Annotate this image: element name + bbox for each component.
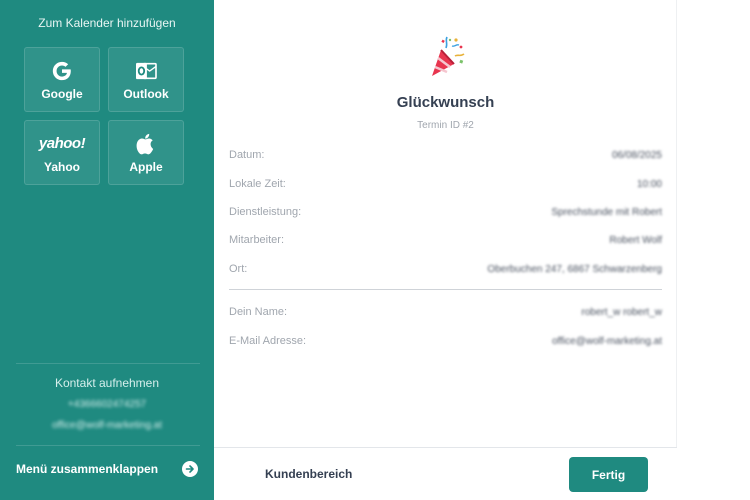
google-calendar-button[interactable]: Google [24, 47, 100, 112]
detail-row-date: Datum: 06/08/2025 [229, 147, 662, 163]
detail-row-location: Ort: Oberbuchen 247, 6867 Schwarzenberg [229, 261, 662, 277]
google-label: Google [41, 86, 83, 101]
yahoo-logo-text: yahoo! [38, 135, 86, 152]
apple-label: Apple [129, 159, 163, 174]
detail-row-name: Dein Name: robert_w robert_w [229, 304, 662, 320]
detail-value: office@wolf-marketing.at [551, 335, 662, 347]
detail-label: Lokale Zeit: [229, 178, 286, 190]
detail-label: Ort: [229, 263, 248, 275]
apple-calendar-button[interactable]: Apple [108, 120, 184, 185]
details-divider [229, 289, 662, 290]
detail-label: Dienstleistung: [229, 206, 302, 218]
detail-label: Datum: [229, 149, 265, 161]
done-button[interactable]: Fertig [569, 457, 648, 492]
detail-value: 06/08/2025 [611, 149, 662, 161]
customer-area-button[interactable]: Kundenbereich [265, 467, 352, 481]
yahoo-icon: yahoo! [38, 132, 86, 156]
detail-value: 10:00 [636, 178, 662, 190]
sidebar-divider [16, 445, 200, 446]
confirmation-panel: Glückwunsch Termin ID #2 Datum: 06/08/20… [214, 0, 677, 500]
confirmation-title: Glückwunsch [396, 94, 495, 111]
appointment-id: Termin ID #2 [417, 120, 474, 131]
calendar-title: Zum Kalender hinzufügen [38, 16, 176, 30]
yahoo-calendar-button[interactable]: yahoo! Yahoo [24, 120, 100, 185]
booking-confirmation: Zum Kalender hinzufügen Google Outlook y… [0, 0, 677, 500]
detail-row-time: Lokale Zeit: 10:00 [229, 176, 662, 192]
collapse-menu-label: Menü zusammenklappen [16, 462, 159, 476]
footer-bar: Kundenbereich Fertig [214, 447, 677, 500]
contact-title: Kontakt aufnehmen [54, 376, 160, 390]
detail-value: Sprechstunde mit Robert [551, 206, 662, 218]
calendar-button-grid: Google Outlook yahoo! Yahoo Apple [24, 47, 184, 185]
detail-label: Mitarbeiter: [229, 234, 285, 246]
detail-value: Oberbuchen 247, 6867 Schwarzenberg [487, 263, 662, 275]
outlook-calendar-button[interactable]: Outlook [108, 47, 184, 112]
outlook-icon [135, 59, 157, 83]
detail-value: robert_w robert_w [581, 306, 662, 318]
contact-phone[interactable]: +4366602474257 [0, 399, 214, 410]
detail-label: E-Mail Adresse: [229, 335, 307, 347]
yahoo-label: Yahoo [43, 159, 80, 174]
detail-row-service: Dienstleistung: Sprechstunde mit Robert [229, 204, 662, 220]
detail-row-employee: Mitarbeiter: Robert Wolf [229, 232, 662, 248]
party-popper-icon [214, 36, 677, 80]
contact-email[interactable]: office@wolf-marketing.at [0, 420, 214, 431]
google-icon [51, 59, 73, 83]
apple-icon [136, 132, 156, 156]
arrow-right-icon [182, 461, 198, 477]
collapse-menu-button[interactable]: Menü zusammenklappen [16, 461, 198, 477]
detail-label: Dein Name: [229, 306, 288, 318]
outlook-label: Outlook [123, 86, 169, 101]
sidebar: Zum Kalender hinzufügen Google Outlook y… [0, 0, 214, 500]
sidebar-divider [16, 363, 200, 364]
detail-row-email: E-Mail Adresse: office@wolf-marketing.at [229, 333, 662, 349]
detail-value: Robert Wolf [609, 234, 662, 246]
